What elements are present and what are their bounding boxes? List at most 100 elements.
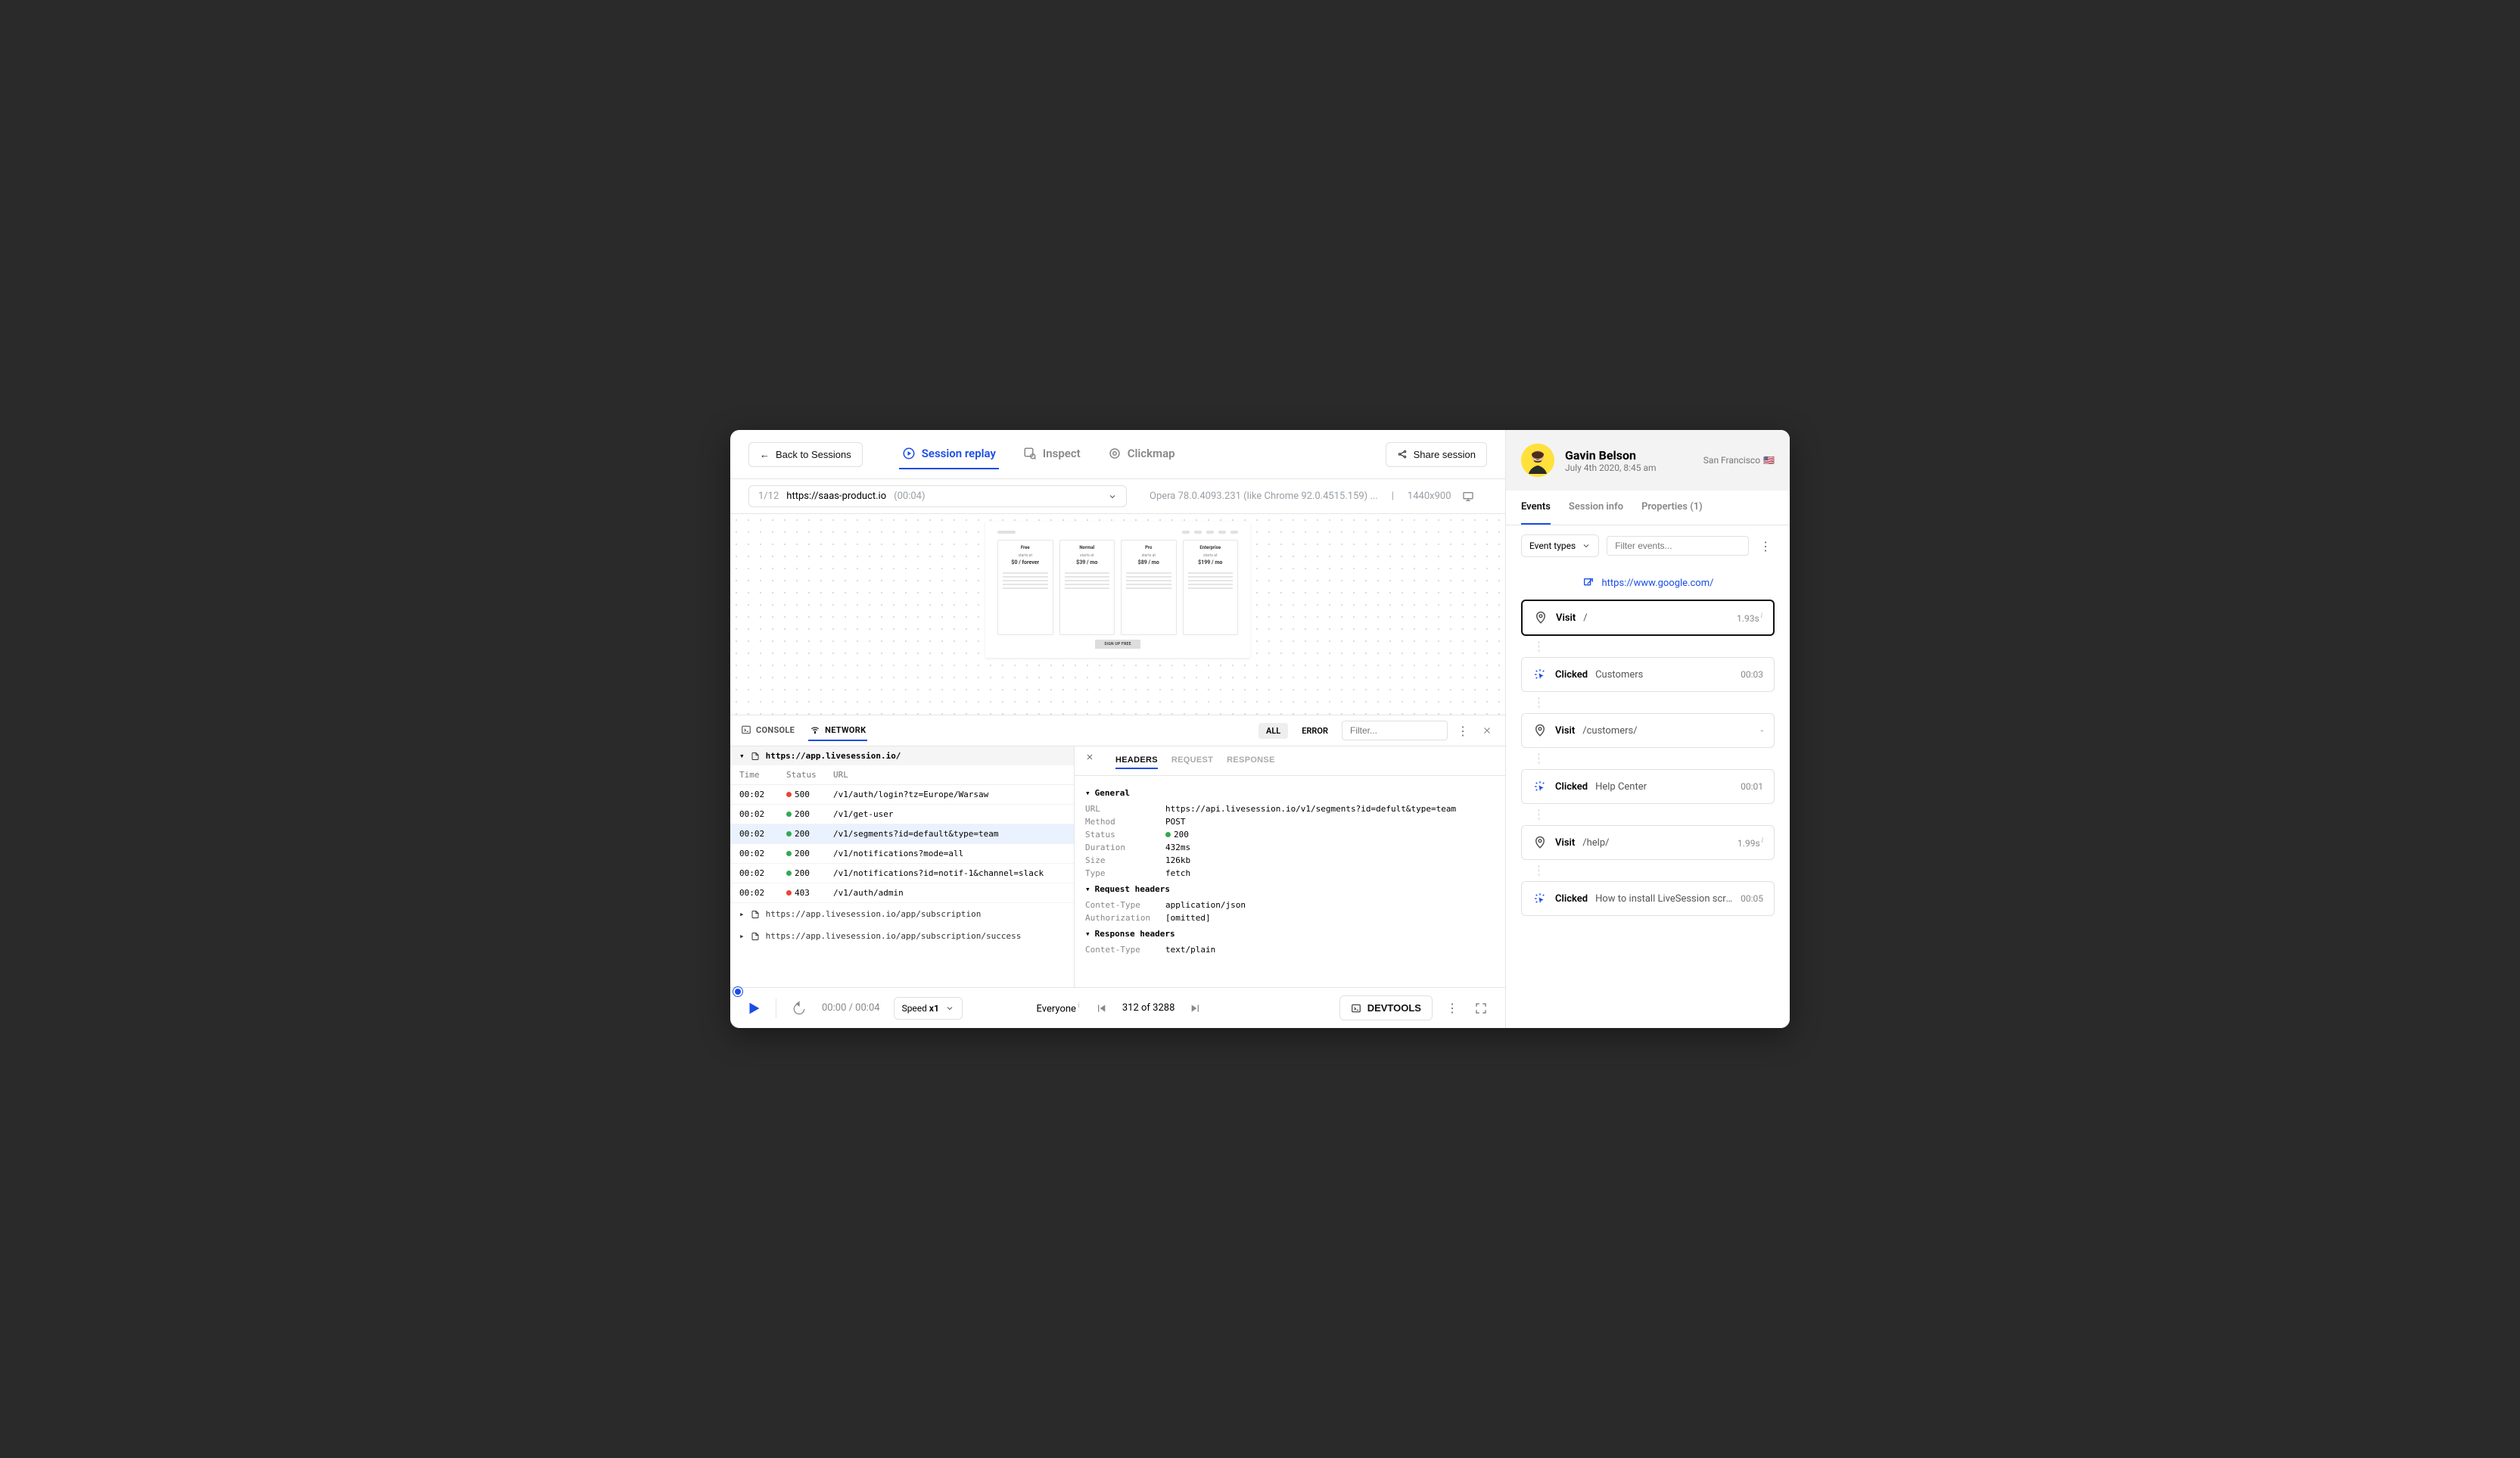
referrer-link[interactable]: https://www.google.com/ (1506, 566, 1790, 600)
detail-key: URL (1085, 804, 1153, 814)
event-card[interactable]: ClickedHelp Center00:01 (1521, 769, 1775, 804)
user-date: July 4th 2020, 8:45 am (1565, 463, 1657, 473)
section-label: Response headers (1095, 929, 1175, 939)
fullscreen-icon[interactable] (1472, 999, 1490, 1017)
devtab-network[interactable]: NETWORK (808, 720, 867, 741)
signup-button: SIGN UP FREE (1095, 640, 1140, 649)
chevron-down-icon (1582, 541, 1591, 550)
devtab-console[interactable]: CONSOLE (739, 720, 796, 741)
detail-value: 126kb (1165, 855, 1190, 865)
devtools-button[interactable]: DEVTOOLS (1339, 995, 1433, 1020)
network-row[interactable]: 00:02403/v1/auth/admin (730, 883, 1074, 903)
devtools-label: DEVTOOLS (1367, 1002, 1421, 1014)
network-row[interactable]: 00:02500/v1/auth/login?tz=Europe/Warsaw (730, 785, 1074, 805)
detail-value: POST (1165, 817, 1186, 827)
event-type: Clicked (1555, 893, 1588, 905)
more-icon[interactable]: ⋮ (1443, 999, 1461, 1017)
event-time: 1.93si (1737, 612, 1762, 624)
replay-viewport: Freestarts at$0 / foreverNormalstarts at… (730, 514, 1505, 715)
event-target: How to install LiveSession script on... (1595, 893, 1733, 905)
event-type: Visit (1555, 837, 1575, 849)
separator: | (1392, 491, 1394, 502)
avatar (1521, 444, 1554, 477)
event-target: Help Center (1595, 781, 1647, 793)
detail-tab-response[interactable]: RESPONSE (1227, 752, 1275, 769)
next-session-icon[interactable] (1187, 999, 1205, 1017)
click-icon (1532, 667, 1548, 682)
back-button[interactable]: ← Back to Sessions (748, 442, 863, 467)
detail-tab-request[interactable]: REQUEST (1171, 752, 1213, 769)
event-card[interactable]: Visit/help/1.99si (1521, 825, 1775, 860)
event-time: 00:03 (1741, 669, 1763, 680)
file-icon (751, 752, 760, 761)
plan-card: Normalstarts at$39 / mo (1059, 540, 1115, 635)
event-card[interactable]: ClickedCustomers00:03 (1521, 657, 1775, 692)
playback-time: 00:00 / 00:04 (822, 1002, 880, 1014)
detail-key: Contet-Type (1085, 945, 1153, 955)
more-icon[interactable]: ⋮ (1454, 721, 1472, 740)
chevron-down-icon (945, 1004, 954, 1013)
network-group-collapsed[interactable]: ▸https://app.livesession.io/app/subscrip… (730, 925, 1074, 947)
network-group-collapsed[interactable]: ▸https://app.livesession.io/app/subscrip… (730, 903, 1074, 925)
pin-icon (1533, 610, 1548, 625)
tab-session-replay[interactable]: Session replay (899, 439, 999, 469)
section-label: General (1095, 788, 1130, 798)
caret-down-icon: ▾ (1085, 788, 1090, 798)
speed-label: Speed (902, 1003, 929, 1014)
caret-down-icon: ▾ (1085, 884, 1090, 894)
detail-value: https://api.livesession.io/v1/segments?i… (1165, 804, 1456, 814)
close-detail-icon[interactable] (1085, 752, 1094, 769)
network-group[interactable]: ▾ https://app.livesession.io/ (730, 746, 1074, 765)
network-row[interactable]: 00:02200/v1/get-user (730, 805, 1074, 824)
tab-clickmap[interactable]: Clickmap (1105, 439, 1178, 469)
url-select[interactable]: 1/12 https://saas-product.io (00:04) (748, 485, 1127, 507)
network-row[interactable]: 00:02200/v1/segments?id=default&type=tea… (730, 824, 1074, 844)
playback-bar: 00:00 / 00:04 Speed x1 Everyone i 312 of… (730, 987, 1505, 1028)
top-bar: ← Back to Sessions Session replay Inspec… (730, 430, 1505, 479)
filter-error[interactable]: ERROR (1294, 723, 1336, 739)
network-row[interactable]: 00:02200/v1/notifications?id=notif-1&cha… (730, 864, 1074, 883)
more-icon[interactable]: ⋮ (1756, 537, 1775, 555)
detail-value: text/plain (1165, 945, 1215, 955)
event-type: Visit (1555, 725, 1575, 737)
caret-down-icon: ▾ (739, 751, 745, 761)
filter-events-input[interactable] (1607, 536, 1749, 556)
prev-session-icon[interactable] (1092, 999, 1110, 1017)
side-tab-properties[interactable]: Properties (1) (1641, 491, 1703, 525)
sidebar: Gavin Belson July 4th 2020, 8:45 am San … (1506, 430, 1790, 1028)
event-time: 00:01 (1741, 781, 1763, 792)
rewind-icon[interactable] (790, 999, 808, 1017)
share-icon (1397, 449, 1408, 460)
network-header-row: Time Status URL (730, 765, 1074, 785)
detail-value: 200 (1165, 830, 1189, 840)
network-row[interactable]: 00:02200/v1/notifications?mode=all (730, 844, 1074, 864)
plan-card: Freestarts at$0 / forever (997, 540, 1053, 635)
tab-inspect[interactable]: Inspect (1020, 439, 1084, 469)
event-card[interactable]: Visit / 1.93si (1521, 600, 1775, 636)
speed-select[interactable]: Speed x1 (894, 997, 963, 1020)
event-card[interactable]: Visit/customers/- (1521, 713, 1775, 748)
sidebar-tabs: Events Session info Properties (1) (1506, 491, 1790, 525)
detail-tab-headers[interactable]: HEADERS (1115, 752, 1158, 769)
side-tab-session-info[interactable]: Session info (1569, 491, 1623, 525)
user-name: Gavin Belson (1565, 448, 1657, 463)
events-list: Visit / 1.93si ClickedCustomers00:03 Visit/c… (1506, 600, 1790, 1028)
wifi-icon (810, 724, 820, 735)
event-card[interactable]: Clicked How to install LiveSession script… (1521, 881, 1775, 916)
event-types-select[interactable]: Event types (1521, 534, 1599, 557)
side-tab-events[interactable]: Events (1521, 491, 1551, 525)
close-icon[interactable] (1478, 721, 1496, 740)
pin-icon (1532, 835, 1548, 850)
filter-all[interactable]: ALL (1258, 723, 1288, 739)
network-filter-input[interactable] (1342, 721, 1448, 740)
click-icon (1532, 779, 1548, 794)
user-card: Gavin Belson July 4th 2020, 8:45 am San … (1506, 430, 1790, 491)
event-time: 00:05 (1741, 893, 1763, 904)
everyone-label[interactable]: Everyone (1037, 1003, 1076, 1014)
share-button[interactable]: Share session (1386, 442, 1487, 467)
event-target: / (1583, 612, 1587, 624)
event-type: Visit (1556, 612, 1576, 624)
play-button[interactable] (745, 1000, 762, 1017)
group-url: https://app.livesession.io/ (766, 751, 901, 761)
network-detail: HEADERS REQUEST RESPONSE ▾ General URL htt… (1075, 746, 1505, 987)
